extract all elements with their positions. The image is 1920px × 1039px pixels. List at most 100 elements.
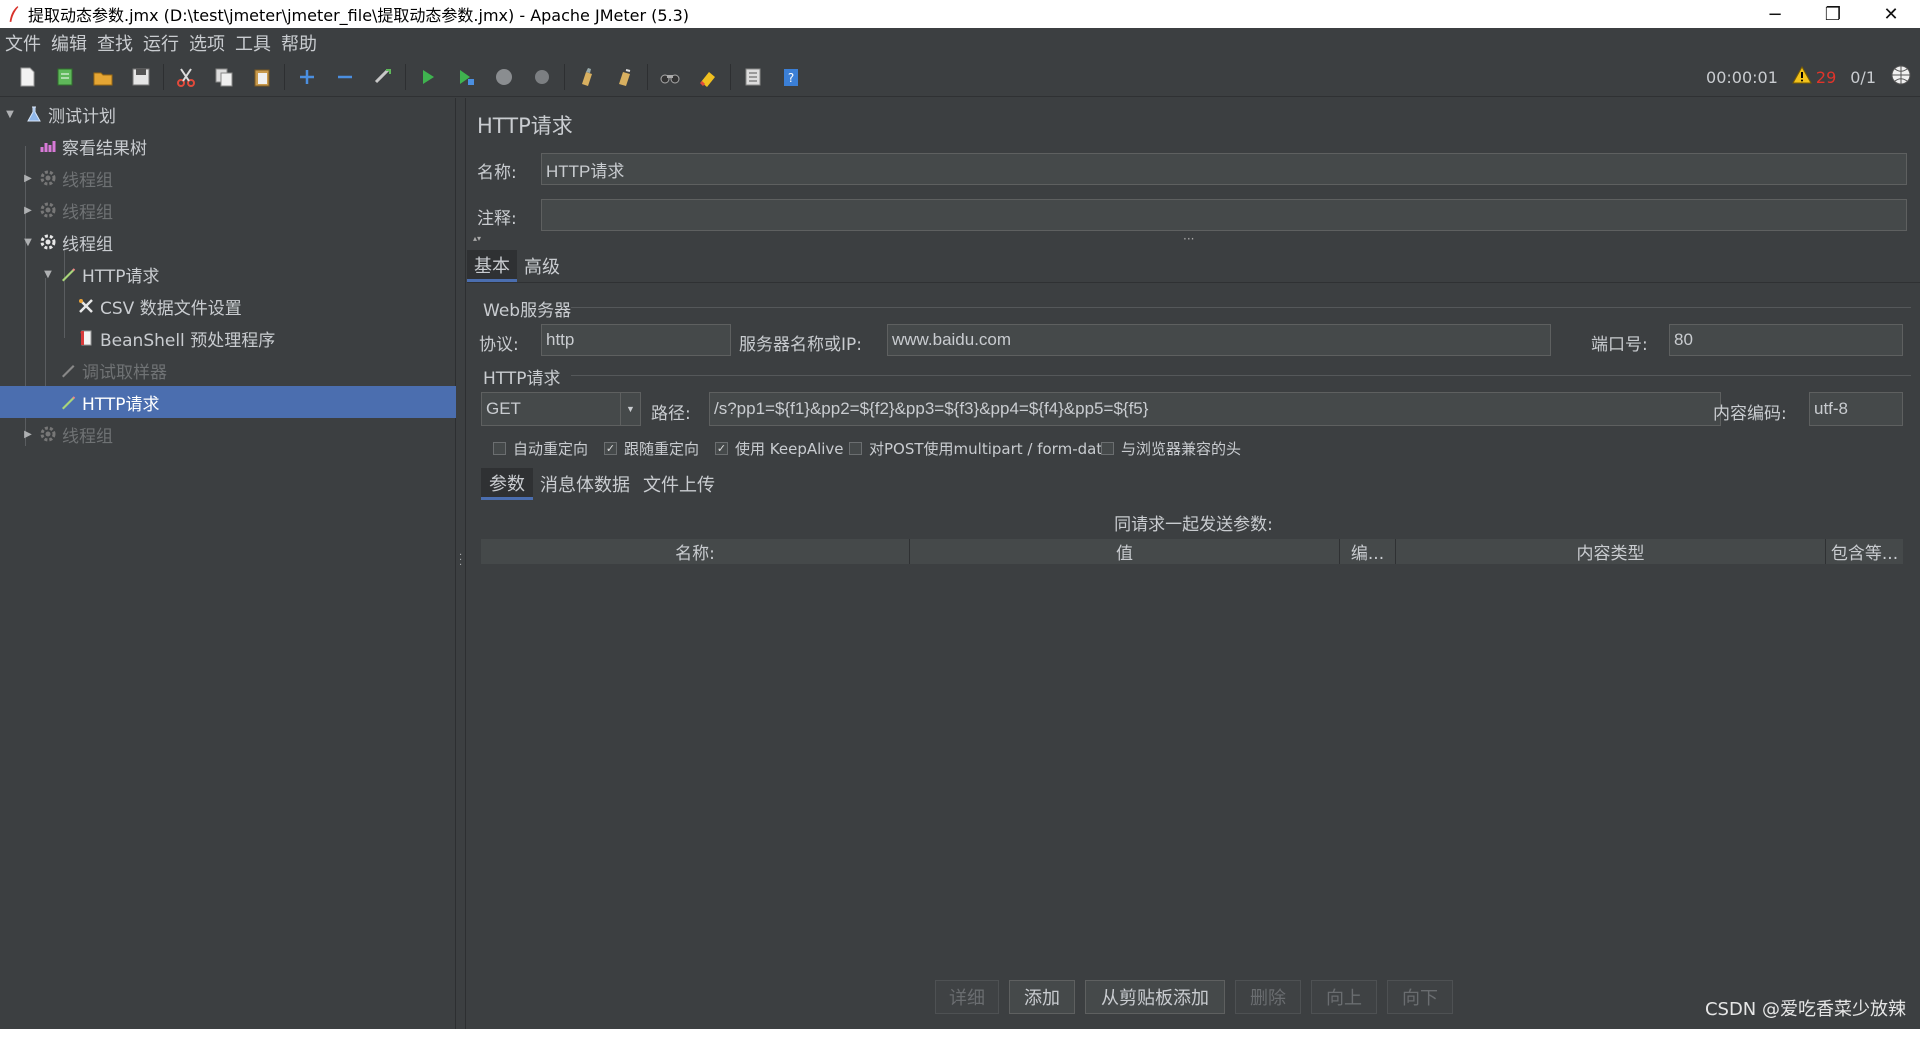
menu-edit[interactable]: 编辑 (51, 30, 87, 56)
column-header-content-type[interactable]: 内容类型 (1396, 539, 1826, 564)
multipart-checkbox[interactable]: 对POST使用multipart / form-data (849, 438, 1111, 459)
follow-redirect-checkbox[interactable]: ✓ 跟随重定向 (604, 438, 699, 459)
checkmark-icon[interactable]: ✓ (715, 442, 728, 455)
toggle-icon[interactable] (364, 59, 402, 95)
tab-parameters[interactable]: 参数 (481, 468, 533, 500)
protocol-field[interactable]: http (541, 324, 731, 356)
add-from-clipboard-button[interactable]: 从剪贴板添加 (1085, 980, 1225, 1014)
close-button[interactable]: ✕ (1862, 0, 1920, 28)
menu-tools[interactable]: 工具 (235, 30, 271, 56)
tree-node-http-request-2[interactable]: HTTP请求 (0, 386, 456, 418)
reset-search-icon[interactable] (689, 59, 727, 95)
search-binoculars-icon[interactable] (651, 59, 689, 95)
tree-node-debug-sampler[interactable]: 调试取样器 (0, 354, 456, 386)
minimize-button[interactable]: − (1746, 0, 1804, 28)
auto-redirect-checkbox[interactable]: 自动重定向 (493, 438, 588, 459)
menu-bar: 文件 编辑 查找 运行 选项 工具 帮助 (0, 28, 1920, 57)
clear-icon[interactable] (568, 59, 606, 95)
column-header-name[interactable]: 名称: (481, 539, 910, 564)
checkbox-box[interactable] (849, 442, 862, 455)
menu-file[interactable]: 文件 (5, 30, 41, 56)
column-header-include-equals[interactable]: 包含等... (1826, 539, 1903, 564)
add-button[interactable]: 添加 (1009, 980, 1075, 1014)
tree-node-test-plan[interactable]: ▼ 测试计划 (0, 98, 456, 130)
tree-node-thread-group-2[interactable]: ▶ 线程组 (0, 194, 456, 226)
menu-options[interactable]: 选项 (189, 30, 225, 56)
checkbox-box[interactable] (1101, 442, 1114, 455)
cut-icon[interactable] (167, 59, 205, 95)
dropdown-arrow-icon[interactable]: ▼ (620, 393, 640, 425)
collapse-arrow-icon[interactable]: ▼ (22, 237, 34, 248)
content-encoding-label: 内容编码: (1713, 404, 1787, 424)
expand-icon[interactable] (288, 59, 326, 95)
checkmark-icon[interactable]: ✓ (604, 442, 617, 455)
jmeter-feather-icon (6, 4, 22, 24)
function-helper-icon[interactable] (734, 59, 772, 95)
clear-all-icon[interactable] (606, 59, 644, 95)
start-no-pause-icon[interactable] (447, 59, 485, 95)
collapse-icon[interactable] (326, 59, 364, 95)
resize-handle[interactable]: ▴▾ ··· (467, 232, 1920, 246)
test-plan-tree[interactable]: ▼ 测试计划 察看结果树 ▶ 线程组 ▶ 线程组 ▼ 线程组 ▼ HTTP请求 … (0, 98, 456, 1029)
http-request-group-title: HTTP请求 (483, 369, 561, 389)
tab-basic[interactable]: 基本 (467, 250, 517, 282)
menu-search[interactable]: 查找 (97, 30, 133, 56)
expand-arrow-icon[interactable]: ▶ (22, 429, 34, 440)
port-field[interactable]: 80 (1669, 324, 1903, 356)
checkbox-box[interactable] (493, 442, 506, 455)
comment-field[interactable] (541, 199, 1907, 231)
save-icon[interactable] (122, 59, 160, 95)
collapse-arrow-icon[interactable]: ▼ (42, 269, 54, 280)
gear-icon (38, 232, 58, 252)
server-field[interactable]: www.baidu.com (887, 324, 1551, 356)
browser-compatible-headers-checkbox[interactable]: 与浏览器兼容的头 (1101, 438, 1241, 459)
stop-icon[interactable] (485, 59, 523, 95)
copy-icon[interactable] (205, 59, 243, 95)
tree-node-csv-data-set[interactable]: CSV 数据文件设置 (0, 290, 456, 322)
warning-count[interactable]: 29 (1816, 68, 1836, 87)
gear-icon (38, 168, 58, 188)
column-header-value[interactable]: 值 (910, 539, 1340, 564)
menu-run[interactable]: 运行 (143, 30, 179, 56)
tree-node-view-results-tree[interactable]: 察看结果树 (0, 130, 456, 162)
tab-file-upload[interactable]: 文件上传 (637, 468, 721, 500)
split-pane-divider[interactable]: · · · (456, 98, 466, 1029)
flask-icon (24, 104, 44, 124)
templates-icon[interactable] (46, 59, 84, 95)
path-field[interactable]: /s?pp1=${f1}&pp2=${f2}&pp3=${f3}&pp4=${f… (709, 392, 1721, 426)
expand-arrow-icon[interactable]: ▶ (22, 173, 34, 184)
move-up-button[interactable]: 向上 (1311, 980, 1377, 1014)
expand-arrow-icon[interactable]: ▶ (22, 205, 34, 216)
tab-advanced[interactable]: 高级 (517, 250, 567, 282)
tree-node-thread-group-4[interactable]: ▶ 线程组 (0, 418, 456, 450)
content-encoding-field[interactable]: utf-8 (1809, 392, 1903, 426)
pencil-icon (58, 360, 78, 380)
delete-button[interactable]: 删除 (1235, 980, 1301, 1014)
help-icon[interactable]: ? (772, 59, 810, 95)
tree-node-beanshell-preprocessor[interactable]: BeanShell 预处理程序 (0, 322, 456, 354)
remote-globe-icon[interactable] (1890, 64, 1912, 90)
menu-help[interactable]: 帮助 (281, 30, 317, 56)
http-request-panel: HTTP请求 名称: HTTP请求 注释: ▴▾ ··· 基本 高级 Web服务… (467, 98, 1920, 1029)
warning-icon[interactable] (1792, 65, 1812, 88)
tree-node-http-request-1[interactable]: ▼ HTTP请求 (0, 258, 456, 290)
tree-node-thread-group-3[interactable]: ▼ 线程组 (0, 226, 456, 258)
open-icon[interactable] (84, 59, 122, 95)
column-header-encode[interactable]: 编... (1340, 539, 1396, 564)
title-bar: 提取动态参数.jmx (D:\test\jmeter\jmeter_file\提… (0, 0, 1920, 28)
tab-body-data[interactable]: 消息体数据 (537, 468, 633, 500)
method-select[interactable]: GET ▼ (481, 392, 641, 426)
paste-icon[interactable] (243, 59, 281, 95)
collapse-arrow-icon[interactable]: ▼ (4, 109, 16, 120)
move-down-button[interactable]: 向下 (1387, 980, 1453, 1014)
parameters-table[interactable]: 名称: 值 编... 内容类型 包含等... (481, 539, 1903, 1009)
new-icon[interactable] (8, 59, 46, 95)
detail-button[interactable]: 详细 (935, 980, 999, 1014)
script-icon (76, 328, 96, 348)
keepalive-checkbox[interactable]: ✓ 使用 KeepAlive (715, 438, 844, 459)
restore-button[interactable]: ❐ (1804, 0, 1862, 28)
shutdown-icon[interactable] (523, 59, 561, 95)
name-field[interactable]: HTTP请求 (541, 153, 1907, 185)
tree-node-thread-group-1[interactable]: ▶ 线程组 (0, 162, 456, 194)
start-icon[interactable] (409, 59, 447, 95)
